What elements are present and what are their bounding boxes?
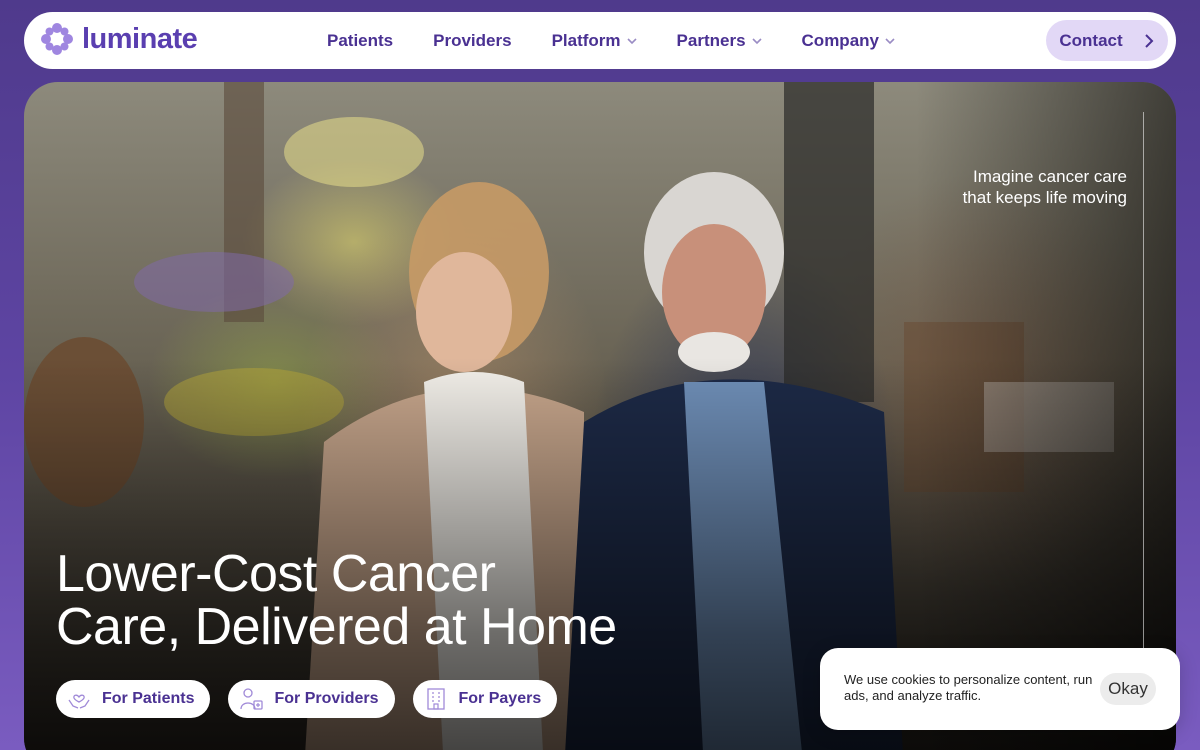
nav-item-label: Company [801,30,879,50]
cookie-message: We use cookies to personalize content, r… [844,672,1093,703]
doctor-icon [240,688,264,710]
top-navbar: luminate Patients Providers Platform Par… [24,12,1176,69]
tagline-line-1: Imagine cancer care [972,167,1127,186]
contact-button-label: Contact [1059,30,1123,50]
logo-flower-icon [41,23,73,55]
nav-item-platform[interactable]: Platform [552,31,637,51]
main-nav: Patients Providers Platform Partners Com… [327,12,935,69]
contact-button[interactable]: Contact [1046,20,1168,61]
chevron-down-icon [751,37,762,44]
logo-text: luminate [82,22,198,55]
hero-divider-line [1143,112,1144,672]
cookie-banner: We use cookies to personalize content, r… [820,648,1180,730]
pill-label: For Payers [458,690,542,707]
hero-tagline: Imagine cancer care that keeps life movi… [867,166,1127,208]
nav-item-label: Platform [551,30,621,50]
for-patients-button[interactable]: For Patients [56,680,211,718]
nav-item-company[interactable]: Company [802,31,895,51]
nav-item-label: Partners [676,30,746,50]
chevron-down-icon [626,37,637,44]
audience-pills: For Patients For Providers For Payers [56,680,558,718]
cookie-okay-button[interactable]: Okay [1100,673,1156,705]
nav-item-label: Patients [327,30,394,50]
logo[interactable]: luminate [40,22,198,56]
headline-line-2: Care, Delivered at Home [56,598,617,656]
building-icon [426,688,445,710]
chevron-right-icon [1144,33,1154,48]
chevron-down-icon [885,37,895,44]
nav-item-providers[interactable]: Providers [433,31,511,51]
for-payers-button[interactable]: For Payers [412,680,558,718]
for-providers-button[interactable]: For Providers [228,680,395,718]
pill-label: For Providers [274,690,379,707]
pill-label: For Patients [102,690,195,707]
headline-line-1: Lower-Cost Cancer [56,545,496,603]
hero-headline: Lower-Cost Cancer Care, Delivered at Hom… [56,548,776,654]
nav-item-patients[interactable]: Patients [327,31,393,51]
nav-item-partners[interactable]: Partners [677,31,762,51]
tagline-line-2: that keeps life moving [962,188,1127,207]
nav-item-label: Providers [433,30,512,50]
hands-heart-icon [68,694,90,709]
